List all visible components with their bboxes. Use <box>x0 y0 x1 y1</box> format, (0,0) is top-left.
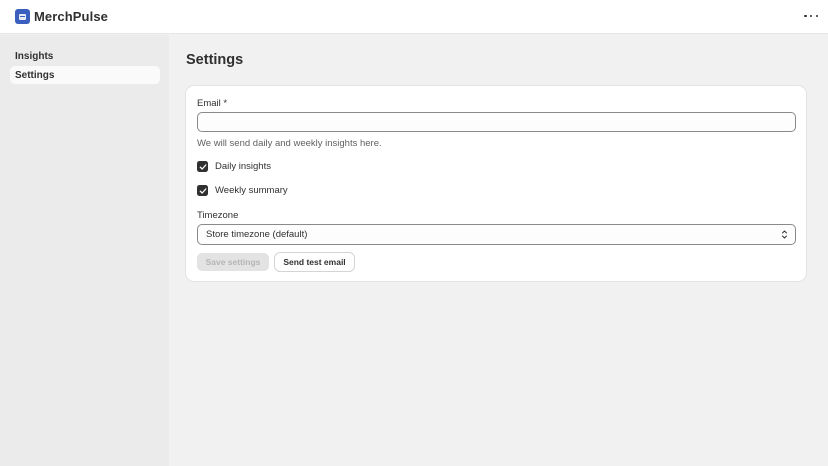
top-bar: MerchPulse <box>0 0 828 34</box>
save-settings-button[interactable]: Save settings <box>197 253 269 271</box>
timezone-select[interactable]: Store timezone (default) <box>197 224 796 245</box>
sidebar-item-settings[interactable]: Settings <box>10 66 160 84</box>
sidebar-item-label: Settings <box>15 69 55 81</box>
more-horizontal-icon <box>804 14 807 18</box>
timezone-selected-value: Store timezone (default) <box>206 229 308 240</box>
select-chevron-icon <box>782 230 787 239</box>
sidebar-item-insights[interactable]: Insights <box>10 47 160 65</box>
weekly-summary-checkbox-row[interactable]: Weekly summary <box>197 185 288 196</box>
sidebar-item-label: Insights <box>15 50 54 62</box>
app-title: MerchPulse <box>34 9 108 24</box>
daily-insights-checkbox-row[interactable]: Daily insights <box>197 161 271 172</box>
daily-insights-checkbox[interactable] <box>197 161 208 172</box>
weekly-summary-label: Weekly summary <box>215 185 288 196</box>
daily-insights-label: Daily insights <box>215 161 271 172</box>
more-horizontal-icon-dot <box>809 14 813 18</box>
send-test-email-button[interactable]: Send test email <box>275 253 354 271</box>
page-title: Settings <box>186 52 244 68</box>
settings-card: Email * We will send daily and weekly in… <box>186 86 806 281</box>
email-input[interactable] <box>197 112 796 132</box>
main-content: Settings Email * We will send daily and … <box>170 35 828 466</box>
checkmark-icon <box>199 187 206 194</box>
weekly-summary-checkbox[interactable] <box>197 185 208 196</box>
merchpulse-logo-icon <box>15 9 30 24</box>
email-help-text: We will send daily and weekly insights h… <box>197 138 382 149</box>
email-label: Email * <box>197 98 228 109</box>
timezone-label: Timezone <box>197 210 239 221</box>
more-horizontal-icon-dot <box>815 14 818 18</box>
sidebar: Insights Settings <box>0 35 169 466</box>
checkmark-icon <box>199 163 206 170</box>
more-options-button[interactable] <box>804 9 818 23</box>
